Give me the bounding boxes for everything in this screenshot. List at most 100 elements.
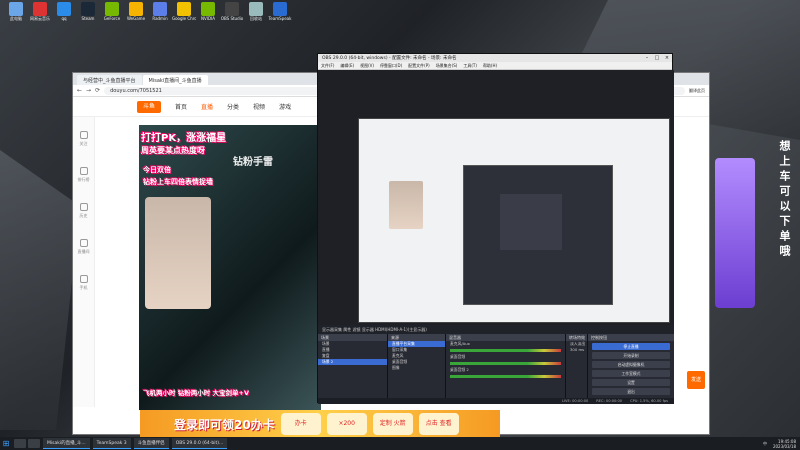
desktop-icon[interactable]: OBS Studio bbox=[220, 2, 244, 21]
room-icon bbox=[79, 239, 88, 247]
exit-button[interactable]: 退出 bbox=[592, 388, 670, 395]
mixer-dock: 混音器 麦克风/Aux 桌面音频 桌面音频 2 bbox=[446, 334, 566, 404]
obs-title: OBS 29.0.0 (64-bit, windows) - 配置文件: 未命名… bbox=[322, 56, 457, 61]
audio-meter[interactable] bbox=[450, 349, 561, 352]
scenes-dock: 场景 场景 直播 复盘 场景 2 bbox=[318, 334, 388, 404]
nav-item[interactable]: 首页 bbox=[175, 102, 187, 111]
obs-menu-item[interactable]: 帮助(H) bbox=[483, 63, 497, 69]
obs-menu-item[interactable]: 配置文件(P) bbox=[408, 63, 430, 69]
search-icon[interactable] bbox=[14, 439, 26, 448]
overlay-bottom: 飞机两小时 钻粉两小时 大宝剑单+V bbox=[143, 389, 250, 397]
task-view-icon[interactable] bbox=[28, 439, 40, 448]
nav-item[interactable]: 游戏 bbox=[279, 102, 291, 111]
promo-prize[interactable]: 定制 火箭 bbox=[372, 413, 413, 435]
obs-menu-item[interactable]: 停靠窗口(D) bbox=[380, 63, 402, 69]
sources-dock: 来源 直播平台采集 窗口采集 麦克风 桌面音频 图像 bbox=[388, 334, 446, 404]
back-arrow-icon[interactable]: ← bbox=[77, 87, 82, 94]
promo-prize[interactable]: ×200 bbox=[326, 413, 367, 435]
stream-player[interactable]: 打打PK，涨涨福星 周英要某点热度呀 钻粉手雷 今日双倍 钻粉上车四倍表情捉墙 … bbox=[139, 125, 321, 410]
rail-item[interactable]: 关注 bbox=[73, 131, 94, 153]
settings-button[interactable]: 设置 bbox=[592, 379, 670, 386]
minimize-icon[interactable]: – bbox=[642, 55, 652, 61]
app-icon bbox=[57, 2, 71, 16]
overlay-line: 打打PK，涨涨福星 bbox=[141, 133, 227, 144]
nav-item[interactable]: 直播 bbox=[201, 102, 213, 111]
desktop-icon[interactable]: 此电脑 bbox=[4, 2, 28, 22]
desktop-icon[interactable]: GeForce bbox=[100, 2, 124, 21]
desktop-icon[interactable]: Google Chrome bbox=[172, 2, 196, 21]
forward-arrow-icon[interactable]: → bbox=[86, 87, 91, 94]
nav-item[interactable]: 分类 bbox=[227, 102, 239, 111]
phone-icon bbox=[79, 275, 88, 283]
app-icon bbox=[129, 2, 143, 16]
stop-streaming-button[interactable]: 停止直播 bbox=[592, 343, 670, 350]
browser-tab-active[interactable]: Misaki直播间_斗鱼直播 bbox=[142, 75, 208, 85]
desktop-icon-label: qq bbox=[61, 16, 67, 21]
obs-menubar: 文件(F) 编辑(E) 视图(V) 停靠窗口(D) 配置文件(P) 场景集合(S) 工具(T… bbox=[318, 62, 672, 70]
overlay-line: 钻粉上车四倍表情捉墙 bbox=[143, 178, 213, 186]
desktop-icon[interactable]: WeGame bbox=[124, 2, 148, 21]
desktop-icon-label: NVIDIA bbox=[201, 16, 215, 21]
desktop-icon[interactable]: qq bbox=[52, 2, 76, 21]
rail-item[interactable]: 排行榜 bbox=[73, 167, 94, 189]
app-icon bbox=[33, 2, 47, 16]
windows-start-icon[interactable]: ⊞ bbox=[0, 437, 12, 450]
input-method-indicator[interactable]: 中 bbox=[763, 441, 767, 447]
scene-item[interactable]: 场景 2 bbox=[318, 359, 387, 365]
desktop-icon[interactable]: NVIDIA bbox=[196, 2, 220, 21]
studio-mode-button[interactable]: 工作室模式 bbox=[592, 370, 670, 377]
obs-preview[interactable] bbox=[318, 70, 674, 325]
mixer-header: 混音器 bbox=[446, 334, 565, 341]
history-icon bbox=[79, 203, 88, 211]
taskbar-item[interactable]: Misaki的直播_斗... bbox=[43, 438, 90, 449]
obs-menu-item[interactable]: 编辑(E) bbox=[340, 63, 354, 69]
desktop-icon-label: 网易云音乐 bbox=[30, 16, 50, 21]
desktop-icon[interactable]: 回收站 bbox=[244, 2, 268, 22]
nested-browser-capture bbox=[358, 118, 670, 323]
site-logo[interactable]: 斗鱼 bbox=[137, 100, 161, 113]
reload-icon[interactable]: ⟳ bbox=[95, 87, 100, 94]
taskbar-item[interactable]: 斗鱼直播伴侣 bbox=[133, 438, 169, 449]
transition-duration[interactable]: 300 ms bbox=[566, 347, 587, 353]
send-button[interactable]: 发送 bbox=[687, 371, 705, 389]
heart-icon bbox=[79, 131, 88, 139]
audio-meter[interactable] bbox=[450, 362, 561, 365]
clock[interactable]: 19:45:08 2023/03/18 bbox=[773, 439, 796, 449]
promo-prize[interactable]: 点击 查看 bbox=[418, 413, 459, 435]
taskbar-item[interactable]: TeamSpeak 3 bbox=[92, 438, 131, 449]
wallpaper-shape bbox=[0, 150, 80, 430]
desktop-icon-label: TeamSpeak bbox=[268, 16, 292, 21]
overlay-line: 周英要某点热度呀 bbox=[141, 146, 205, 155]
sources-header: 来源 bbox=[388, 334, 445, 341]
taskbar-item[interactable]: OBS 29.0.0 (64-bit)... bbox=[171, 438, 228, 449]
promo-prize[interactable]: 办卡 bbox=[280, 413, 321, 435]
close-icon[interactable]: × bbox=[662, 55, 672, 61]
desktop-icon[interactable]: 网易云音乐 bbox=[28, 2, 52, 22]
rail-item[interactable]: 直播间 bbox=[73, 239, 94, 261]
desktop-icon[interactable]: TeamSpeak bbox=[268, 2, 292, 21]
side-vertical-caption: 想上车可以下单哦 bbox=[778, 140, 791, 260]
right-promo-banner[interactable] bbox=[715, 158, 755, 308]
maximize-icon[interactable]: □ bbox=[652, 55, 662, 61]
translate-button[interactable]: 翻译此页 bbox=[689, 88, 705, 94]
app-icon bbox=[201, 2, 215, 16]
source-item[interactable]: 图像 bbox=[388, 365, 445, 371]
controls-dock: 控制按钮 停止直播 开始录制 启动虚拟摄像机 工作室模式 设置 退出 bbox=[588, 334, 674, 404]
rank-icon bbox=[79, 167, 88, 175]
audio-meter[interactable] bbox=[450, 375, 561, 378]
app-icon bbox=[9, 2, 23, 16]
nested-webcam bbox=[389, 181, 423, 229]
browser-tab[interactable]: 与经营中_斗鱼直播平台 bbox=[77, 75, 142, 85]
start-recording-button[interactable]: 开始录制 bbox=[592, 352, 670, 359]
obs-menu-item[interactable]: 工具(T) bbox=[463, 63, 477, 69]
desktop-icon[interactable]: Steam bbox=[76, 2, 100, 21]
obs-menu-item[interactable]: 文件(F) bbox=[321, 63, 334, 69]
obs-menu-item[interactable]: 场景集合(S) bbox=[436, 63, 458, 69]
obs-menu-item[interactable]: 视图(V) bbox=[360, 63, 374, 69]
virtual-camera-button[interactable]: 启动虚拟摄像机 bbox=[592, 361, 670, 368]
rail-item[interactable]: 手机 bbox=[73, 275, 94, 297]
login-promo-banner[interactable]: 登录即可领20办卡 办卡 ×200 定制 火箭 点击 查看 bbox=[140, 410, 500, 438]
rail-item[interactable]: 历史 bbox=[73, 203, 94, 225]
desktop-icon[interactable]: Radmin bbox=[148, 2, 172, 21]
nav-item[interactable]: 视频 bbox=[253, 102, 265, 111]
